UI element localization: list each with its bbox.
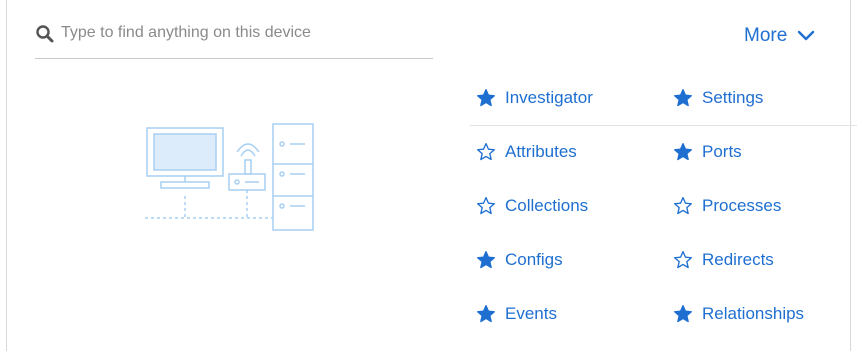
link-redirects[interactable]: Redirects xyxy=(673,250,774,270)
star-filled-icon xyxy=(477,89,495,107)
link-label: Configs xyxy=(505,250,563,269)
link-label: Events xyxy=(505,304,557,323)
more-menu-button[interactable]: More xyxy=(744,25,815,47)
search-icon xyxy=(36,25,54,43)
link-settings[interactable]: Settings xyxy=(673,88,763,108)
star-filled-icon xyxy=(674,143,692,161)
link-label: Processes xyxy=(702,196,782,215)
link-label: Ports xyxy=(702,142,742,161)
link-row: Configs Redirects xyxy=(470,234,857,288)
link-row: Events Relationships xyxy=(470,288,857,342)
link-attributes[interactable]: Attributes xyxy=(476,142,577,162)
device-illustration xyxy=(145,123,314,231)
star-outline-icon xyxy=(674,197,692,215)
search-bar xyxy=(35,18,433,59)
link-label: Redirects xyxy=(702,250,774,269)
link-ports[interactable]: Ports xyxy=(673,142,742,162)
star-filled-icon xyxy=(477,251,495,269)
link-row: Investigator Settings xyxy=(470,72,857,126)
link-label: Settings xyxy=(702,88,764,107)
star-filled-icon xyxy=(674,89,692,107)
chevron-down-icon xyxy=(798,30,815,41)
link-label: Investigator xyxy=(505,88,593,107)
quick-links: Investigator Settings Attributes Ports C… xyxy=(470,72,857,342)
link-investigator[interactable]: Investigator xyxy=(476,88,593,108)
star-filled-icon xyxy=(674,305,692,323)
link-processes[interactable]: Processes xyxy=(673,196,781,216)
device-panel: More xyxy=(6,0,857,351)
link-relationships[interactable]: Relationships xyxy=(673,304,804,324)
link-label: Attributes xyxy=(505,142,577,161)
star-filled-icon xyxy=(477,305,495,323)
star-outline-icon xyxy=(674,251,692,269)
search-input[interactable] xyxy=(61,24,421,42)
more-label: More xyxy=(744,25,788,46)
link-events[interactable]: Events xyxy=(476,304,557,324)
link-row: Attributes Ports xyxy=(470,126,857,180)
link-label: Collections xyxy=(505,196,589,215)
star-outline-icon xyxy=(477,143,495,161)
star-outline-icon xyxy=(477,197,495,215)
link-collections[interactable]: Collections xyxy=(476,196,588,216)
link-label: Relationships xyxy=(702,304,805,323)
link-row: Collections Processes xyxy=(470,180,857,234)
link-configs[interactable]: Configs xyxy=(476,250,563,270)
